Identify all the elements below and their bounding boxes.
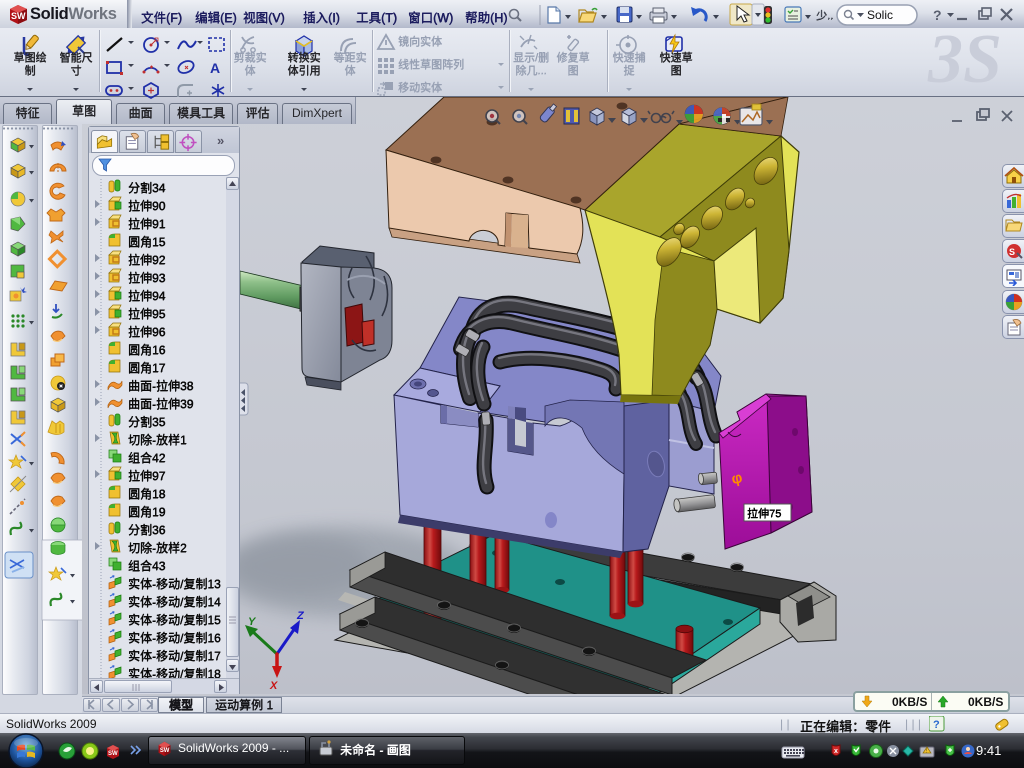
svg-text:?: ?	[933, 719, 940, 731]
svg-text:拉伸75: 拉伸75	[747, 506, 781, 520]
svg-text:S: S	[1009, 247, 1015, 257]
svg-text:X: X	[269, 680, 278, 692]
svg-text:少..: 少..	[816, 9, 833, 22]
svg-text:SW: SW	[108, 751, 118, 757]
svg-text:!: !	[926, 749, 927, 755]
svg-text:x: x	[834, 748, 838, 755]
svg-text:Z: Z	[296, 610, 305, 622]
svg-text:Solic: Solic	[867, 8, 893, 22]
svg-text:SW: SW	[160, 748, 170, 754]
svg-text:SW: SW	[11, 11, 26, 21]
